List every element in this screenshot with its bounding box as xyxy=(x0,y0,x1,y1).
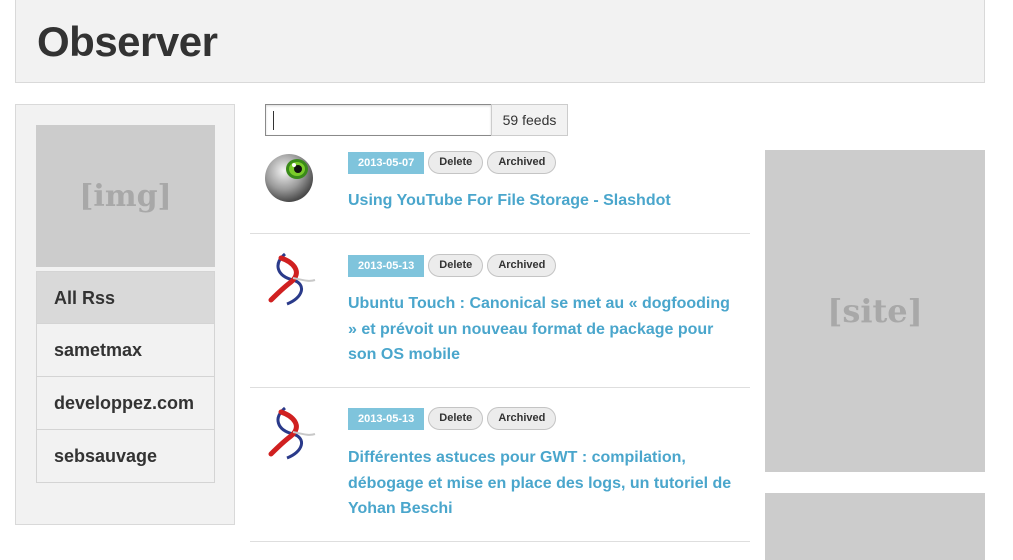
feed-meta: 2013-05-13 Delete Archived xyxy=(348,254,557,277)
feed-meta: 2013-05-13 Delete Archived xyxy=(348,407,557,430)
archived-button[interactable]: Archived xyxy=(487,407,557,430)
sidebar-item-developpez[interactable]: developpez.com xyxy=(36,377,215,430)
sidebar-item-all-rss[interactable]: All Rss xyxy=(36,271,215,324)
delete-button[interactable]: Delete xyxy=(428,407,484,430)
date-badge: 2013-05-13 xyxy=(348,254,425,277)
archived-button[interactable]: Archived xyxy=(487,254,557,277)
site-placeholder-text: [site] xyxy=(827,292,923,330)
site-placeholder: [site] xyxy=(765,150,985,472)
sidebar-item-sebsauvage[interactable]: sebsauvage xyxy=(36,430,215,483)
sidebar: [img] All Rss sametmax developpez.com se… xyxy=(15,104,235,525)
developpez-swirl-icon xyxy=(263,250,319,306)
sidebar-item-sametmax[interactable]: sametmax xyxy=(36,324,215,377)
feed-count-addon: 59 feeds xyxy=(491,104,568,136)
sidebar-nav: All Rss sametmax developpez.com sebsauva… xyxy=(36,271,215,483)
archived-button[interactable]: Archived xyxy=(487,151,557,174)
feed-title-link[interactable]: Using YouTube For File Storage - Slashdo… xyxy=(348,188,738,214)
date-badge: 2013-05-13 xyxy=(348,407,425,430)
page-header: Observer xyxy=(15,0,985,83)
sidebar-image-placeholder: [img] xyxy=(36,125,215,267)
delete-button[interactable]: Delete xyxy=(428,151,484,174)
feed-item: 2013-05-13 Delete Archived Ubuntu Touch … xyxy=(250,234,750,388)
search-input[interactable] xyxy=(265,104,492,136)
feed-title-link[interactable]: Différentes astuces pour GWT : compilati… xyxy=(348,445,738,522)
slashdot-eye-icon xyxy=(263,150,319,206)
secondary-placeholder xyxy=(765,493,985,560)
delete-button[interactable]: Delete xyxy=(428,254,484,277)
feed-title-link[interactable]: Ubuntu Touch : Canonical se met au « dog… xyxy=(348,291,738,368)
developpez-swirl-icon xyxy=(263,404,319,460)
text-cursor xyxy=(273,111,274,130)
feed-item: 2013-05-07 Delete Archived Using YouTube… xyxy=(250,150,750,234)
image-placeholder-text: [img] xyxy=(79,178,172,214)
app-title: Observer xyxy=(37,18,218,65)
feed-meta: 2013-05-07 Delete Archived xyxy=(348,151,557,174)
date-badge: 2013-05-07 xyxy=(348,151,425,174)
feed-item: 2013-05-13 Delete Archived Différentes a… xyxy=(250,388,750,542)
